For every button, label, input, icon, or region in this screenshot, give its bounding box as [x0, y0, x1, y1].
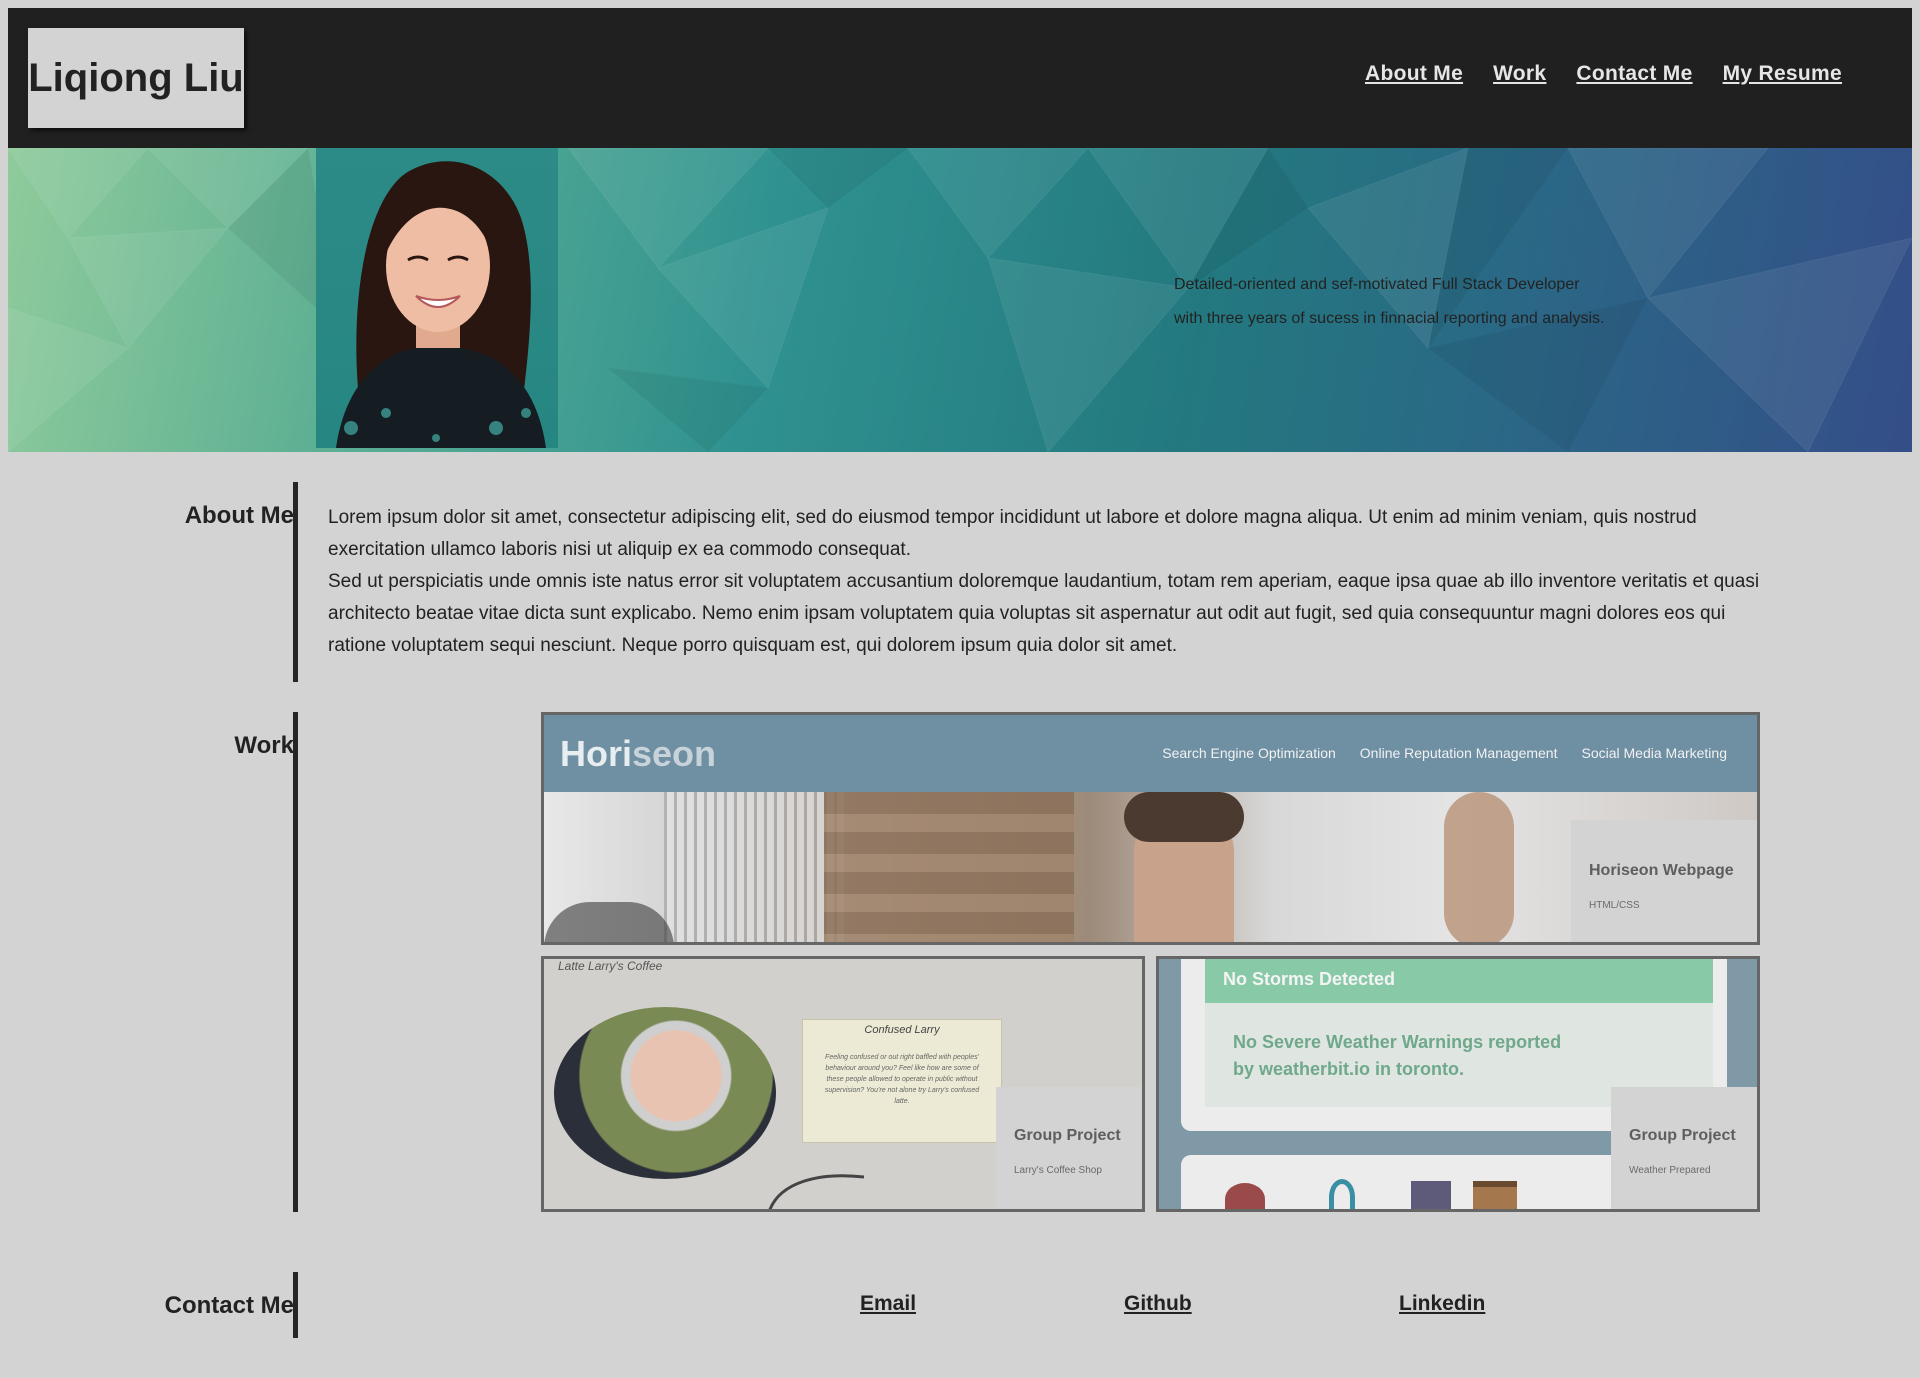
contact-divider — [293, 1272, 298, 1338]
horiseon-logo-part-1: Hori — [560, 733, 632, 774]
horiseon-nav-seo: Search Engine Optimization — [1162, 745, 1336, 761]
about-me-text: Lorem ipsum dolor sit amet, consectetur … — [328, 502, 1778, 662]
contact-link-github[interactable]: Github — [1124, 1292, 1192, 1316]
confused-larry-note: Confused Larry Feeling confused or out r… — [802, 1019, 1002, 1143]
confused-larry-body: Feeling confused or out right baffled wi… — [824, 1054, 980, 1105]
weather-card-subtitle: Weather Prepared — [1629, 1165, 1711, 1176]
site-header: Liqiong Liu About Me Work Contact Me My … — [8, 8, 1912, 148]
weather-card-title: Group Project — [1629, 1127, 1736, 1144]
coffee-card-caption: Group Project Larry's Coffee Shop — [996, 1087, 1142, 1209]
work-card-horiseon[interactable]: Horiseon Search Engine Optimization Onli… — [541, 712, 1760, 945]
hero-polygon-background — [8, 148, 1912, 452]
contact-me-heading: Contact Me — [164, 1292, 294, 1319]
weather-banner: No Storms Detected — [1205, 959, 1713, 1003]
tagline-line-2: with three years of sucess in finnacial … — [1174, 310, 1605, 327]
contact-link-email[interactable]: Email — [860, 1292, 916, 1316]
horiseon-card-subtitle: HTML/CSS — [1589, 900, 1640, 911]
coffee-site-title: Latte Larry's Coffee — [558, 959, 663, 973]
coffee-card-title: Group Project — [1014, 1127, 1121, 1144]
work-card-weather[interactable]: No Storms Detected No Severe Weather War… — [1156, 956, 1760, 1212]
about-divider — [293, 482, 298, 682]
weather-icon-2 — [1329, 1179, 1355, 1209]
contact-link-linkedin[interactable]: Linkedin — [1399, 1292, 1485, 1316]
coffee-curve-decoration — [768, 1174, 865, 1209]
nav-link-work[interactable]: Work — [1493, 62, 1546, 86]
horiseon-header: Horiseon Search Engine Optimization Onli… — [544, 715, 1757, 792]
work-heading: Work — [234, 732, 294, 759]
about-me-heading: About Me — [184, 502, 294, 529]
hero-banner: Detailed-oriented and sef-motivated Full… — [8, 148, 1912, 452]
horiseon-nav: Search Engine Optimization Online Reputa… — [1162, 745, 1727, 761]
horiseon-logo: Horiseon — [560, 733, 716, 775]
work-card-coffee-shop[interactable]: Latte Larry's Coffee Confused Larry Feel… — [541, 956, 1145, 1212]
tagline-line-1: Detailed-oriented and sef-motivated Full… — [1174, 276, 1580, 293]
about-paragraph-1: Lorem ipsum dolor sit amet, consectetur … — [328, 507, 1697, 560]
work-divider — [293, 712, 298, 1212]
horiseon-nav-smm: Social Media Marketing — [1581, 745, 1727, 761]
larry-portrait-image — [554, 1007, 776, 1179]
coffee-card-subtitle: Larry's Coffee Shop — [1014, 1165, 1102, 1176]
confused-larry-title: Confused Larry — [864, 1024, 940, 1036]
main-nav: About Me Work Contact Me My Resume — [1365, 62, 1842, 86]
nav-link-contact-me[interactable]: Contact Me — [1576, 62, 1692, 86]
horiseon-card-caption: Horiseon Webpage HTML/CSS — [1571, 820, 1757, 942]
nav-link-my-resume[interactable]: My Resume — [1723, 62, 1842, 86]
horiseon-nav-orm: Online Reputation Management — [1359, 745, 1558, 761]
profile-photo — [316, 148, 558, 448]
hero-tagline: Detailed-oriented and sef-motivated Full… — [1174, 268, 1604, 336]
horiseon-logo-part-2: seon — [632, 733, 717, 774]
horiseon-card-title: Horiseon Webpage — [1589, 862, 1734, 879]
weather-card-caption: Group Project Weather Prepared — [1611, 1087, 1757, 1209]
brand-title[interactable]: Liqiong Liu — [28, 28, 244, 128]
nav-link-about-me[interactable]: About Me — [1365, 62, 1463, 86]
weather-icon-3 — [1411, 1181, 1451, 1209]
weather-icon-4 — [1473, 1181, 1517, 1209]
weather-icon-1 — [1225, 1183, 1265, 1209]
about-paragraph-2: Sed ut perspiciatis unde omnis iste natu… — [328, 571, 1760, 656]
